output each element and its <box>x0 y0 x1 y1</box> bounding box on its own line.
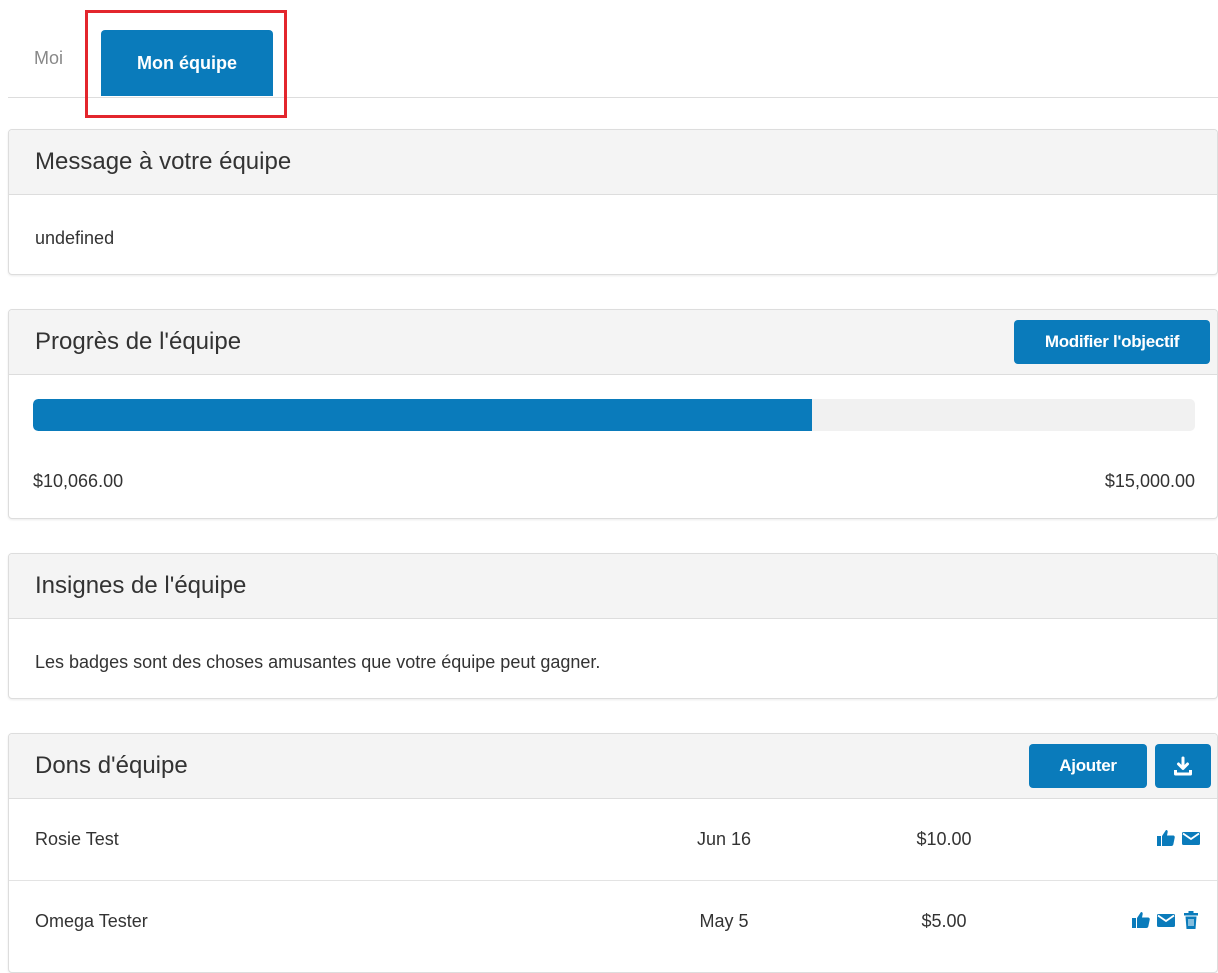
message-panel-title: Message à votre équipe <box>35 148 292 175</box>
add-donation-button[interactable]: Ajouter <box>1029 744 1147 788</box>
row-actions <box>1156 828 1201 848</box>
donations-list: Rosie Test Jun 16 $10.00 Omega Tester Ma… <box>9 799 1217 962</box>
team-message-text: undefined <box>35 228 115 248</box>
edit-goal-button[interactable]: Modifier l'objectif <box>1014 320 1210 364</box>
donations-panel: Dons d'équipe Ajouter Rosie Test Jun 16 … <box>8 733 1218 973</box>
message-panel-header: Message à votre équipe <box>9 130 1217 195</box>
tab-bar: Moi Mon équipe <box>8 0 1218 98</box>
envelope-icon[interactable] <box>1181 828 1201 848</box>
donations-panel-header: Dons d'équipe Ajouter <box>9 734 1217 799</box>
donor-name: Omega Tester <box>35 911 148 931</box>
donor-name: Rosie Test <box>35 829 119 849</box>
progress-bar <box>33 399 1195 431</box>
trash-icon[interactable] <box>1181 910 1201 930</box>
thumbs-up-icon[interactable] <box>1156 828 1176 848</box>
thumbs-up-icon[interactable] <box>1131 910 1151 930</box>
download-icon <box>1174 756 1192 776</box>
progress-bar-fill <box>33 399 812 431</box>
donations-panel-title: Dons d'équipe <box>35 752 188 779</box>
row-actions <box>1131 910 1201 930</box>
progress-panel: Progrès de l'équipe Modifier l'objectif … <box>8 309 1218 519</box>
progress-panel-title: Progrès de l'équipe <box>35 328 242 355</box>
progress-panel-body: $10,066.00 $15,000.00 <box>9 375 1217 519</box>
donation-date: Jun 16 <box>696 829 752 849</box>
raised-amount: $10,066.00 <box>33 471 124 491</box>
badges-panel-title: Insignes de l'équipe <box>35 572 247 599</box>
table-row: Rosie Test Jun 16 $10.00 <box>9 799 1217 881</box>
goal-amount: $15,000.00 <box>1104 471 1195 491</box>
message-panel: Message à votre équipe undefined <box>8 129 1218 275</box>
badges-description: Les badges sont des choses amusantes que… <box>35 652 601 672</box>
donation-amount: $10.00 <box>916 829 972 849</box>
tab-mon-equipe[interactable]: Mon équipe <box>101 30 273 96</box>
progress-panel-header: Progrès de l'équipe Modifier l'objectif <box>9 310 1217 375</box>
tab-moi[interactable]: Moi <box>34 48 63 69</box>
table-row: Omega Tester May 5 $5.00 <box>9 881 1217 962</box>
download-button[interactable] <box>1155 744 1211 788</box>
badges-panel-header: Insignes de l'équipe <box>9 554 1217 619</box>
badges-panel: Insignes de l'équipe Les badges sont des… <box>8 553 1218 699</box>
donation-date: May 5 <box>699 911 749 931</box>
donation-amount: $5.00 <box>921 911 967 931</box>
envelope-icon[interactable] <box>1156 910 1176 930</box>
